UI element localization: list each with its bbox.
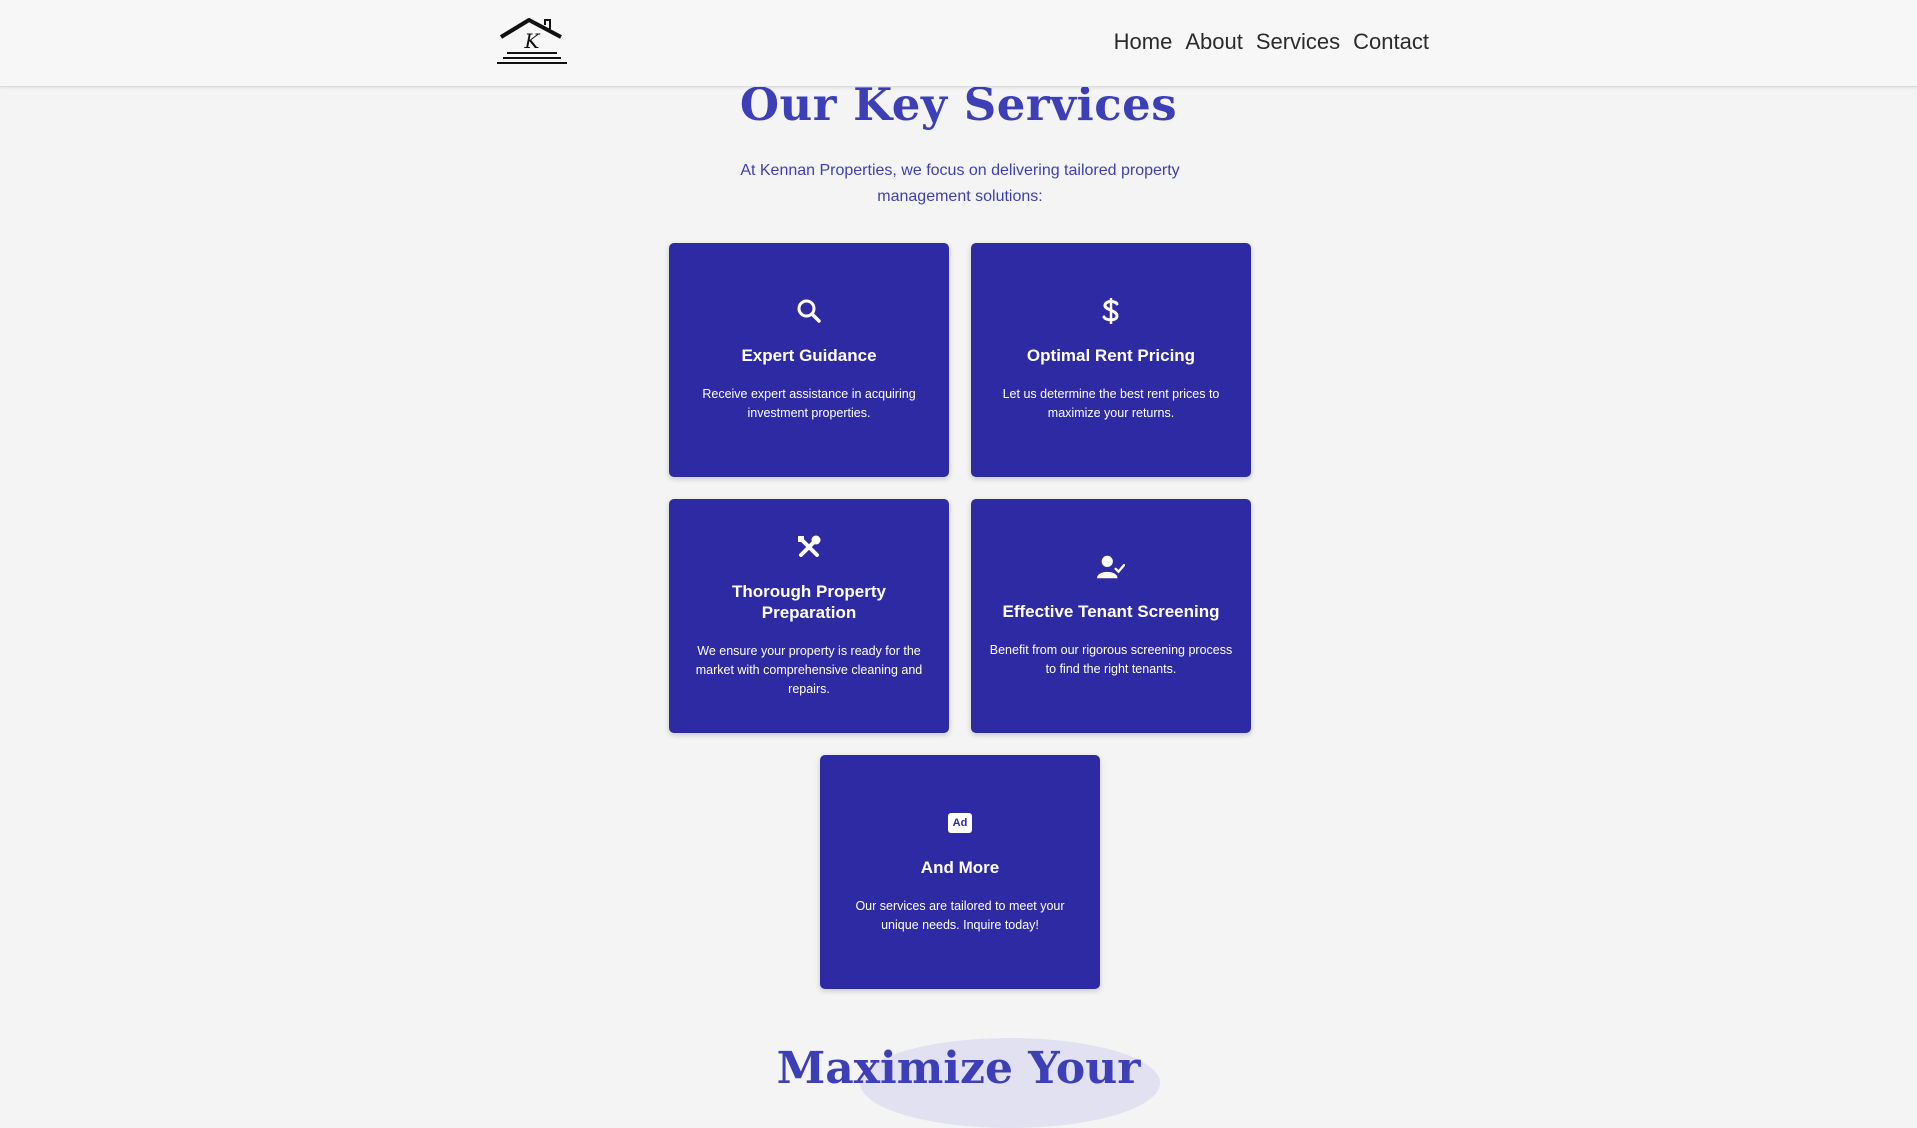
card-text: Let us determine the best rent prices to…: [1002, 387, 1220, 420]
ad-icon: Ad: [946, 809, 974, 837]
service-card-optimal-rent-pricing: Optimal Rent Pricing Let us determine th…: [971, 243, 1251, 477]
service-card-property-preparation: Thorough Property Preparation We ensure …: [669, 499, 949, 733]
main-nav: Home About Services Contact: [1114, 28, 1429, 56]
logo-letter: K: [524, 29, 541, 53]
service-card-expert-guidance: Expert Guidance Receive expert assistanc…: [669, 243, 949, 477]
card-title: Expert Guidance: [741, 346, 877, 365]
house-logo-icon: K: [497, 18, 567, 64]
dollar-icon: [1097, 297, 1125, 325]
card-title: And More: [920, 858, 1000, 877]
card-title: Effective Tenant Screening: [1002, 602, 1220, 621]
next-section-title: Maximize Your: [776, 1043, 1141, 1094]
card-title: Thorough Property Preparation: [732, 582, 886, 622]
tools-icon: [795, 533, 823, 561]
logo[interactable]: K: [495, 17, 569, 67]
services-intro: At Kennan Properties, we focus on delive…: [740, 162, 1180, 205]
user-check-icon: [1097, 553, 1125, 581]
site-header: K Home About Services Contact: [0, 0, 1917, 87]
card-text: Our services are tailored to meet your u…: [855, 899, 1065, 932]
search-icon: [795, 297, 823, 325]
nav-services[interactable]: Services: [1256, 28, 1340, 56]
nav-about[interactable]: About: [1185, 28, 1243, 56]
ad-badge-text: Ad: [947, 813, 973, 833]
service-card-tenant-screening: Effective Tenant Screening Benefit from …: [971, 499, 1251, 733]
service-card-and-more: Ad And More Our services are tailored to…: [820, 755, 1100, 989]
card-title: Optimal Rent Pricing: [1026, 346, 1196, 365]
card-text: We ensure your property is ready for the…: [695, 644, 923, 696]
nav-contact[interactable]: Contact: [1353, 28, 1429, 56]
nav-home[interactable]: Home: [1114, 28, 1173, 56]
card-text: Receive expert assistance in acquiring i…: [702, 387, 916, 420]
card-text: Benefit from our rigorous screening proc…: [989, 643, 1233, 676]
